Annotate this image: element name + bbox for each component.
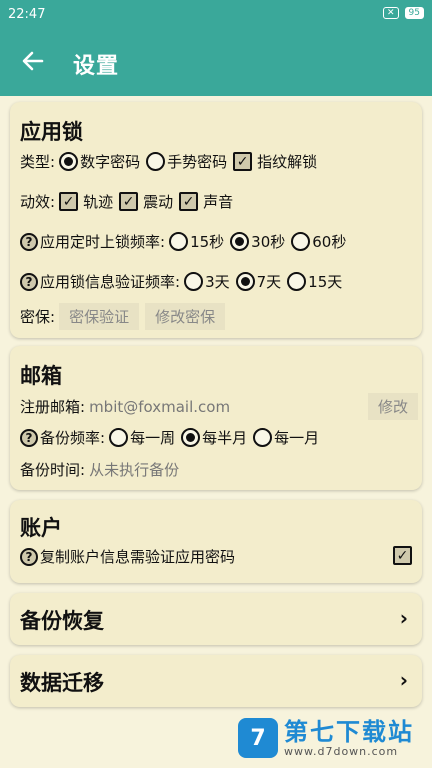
timed-lock-label: 应用定时上锁频率:: [40, 233, 166, 251]
status-bar: 22:47 ✕ 95: [0, 0, 432, 30]
radio-icon[interactable]: [287, 272, 307, 291]
timed-option-60s[interactable]: 60秒: [291, 231, 346, 252]
radio-icon[interactable]: [184, 272, 204, 291]
account-title: 账户: [20, 516, 62, 540]
type-option-label: 手势密码: [167, 153, 228, 171]
type-option-label: 数字密码: [80, 153, 141, 171]
page-title: 设置: [73, 54, 120, 79]
watermark: 7 第七下载站 www.d7down.com: [238, 718, 414, 758]
checkbox-checked-icon[interactable]: ✓: [233, 152, 253, 171]
timed-option-label: 60秒: [312, 233, 347, 251]
freq-option-label: 每半月: [202, 429, 248, 447]
radio-selected-icon[interactable]: [230, 232, 250, 251]
help-icon[interactable]: ?: [20, 547, 38, 566]
verify-option-label: 15天: [308, 273, 343, 291]
anim-option-label: 震动: [143, 193, 174, 211]
timed-option-30s[interactable]: 30秒: [230, 231, 285, 252]
backup-restore-card[interactable]: 备份恢复 ›: [10, 593, 422, 645]
app-bar: 设置: [0, 30, 432, 96]
chevron-right-icon[interactable]: ›: [400, 606, 408, 630]
freq-option-label: 每一周: [130, 429, 176, 447]
radio-icon[interactable]: [109, 428, 129, 447]
chevron-right-icon[interactable]: ›: [400, 668, 408, 692]
watermark-title: 第七下载站: [284, 717, 414, 746]
register-email-label: 注册邮箱:: [20, 398, 86, 416]
anim-option-vibrate[interactable]: ✓ 震动: [119, 191, 173, 212]
verify-option-15d[interactable]: 15天: [287, 271, 342, 292]
battery-icon: 95: [404, 7, 424, 19]
backup-freq-label: 备份频率:: [40, 429, 106, 447]
applock-card: 应用锁 类型: 数字密码 手势密码 ✓ 指纹解锁 动效: ✓ 轨迹 ✓ 震动 ✓…: [10, 102, 422, 338]
anim-option-track[interactable]: ✓ 轨迹: [59, 191, 113, 212]
checkbox-checked-icon[interactable]: ✓: [59, 192, 79, 211]
anim-option-label: 轨迹: [83, 193, 114, 211]
back-arrow-icon[interactable]: [20, 48, 46, 74]
copy-verify-checkbox[interactable]: ✓: [393, 546, 412, 565]
data-migration-card[interactable]: 数据迁移 ›: [10, 655, 422, 707]
checkbox-checked-icon[interactable]: ✓: [119, 192, 139, 211]
watermark-url: www.d7down.com: [284, 744, 399, 758]
freq-option-week[interactable]: 每一周: [109, 427, 175, 448]
anim-option-sound[interactable]: ✓ 声音: [179, 191, 233, 212]
backup-time-value: 从未执行备份: [89, 461, 180, 479]
timed-lock-row: ? 应用定时上锁频率: 15秒 30秒 60秒: [20, 231, 352, 252]
backup-time-label: 备份时间:: [20, 461, 86, 479]
register-email-value: mbit@foxmail.com: [89, 397, 231, 416]
mailbox-card: 邮箱 注册邮箱: mbit@foxmail.com 修改 ? 备份频率: 每一周…: [10, 346, 422, 490]
verify-option-label: 7天: [256, 273, 282, 291]
email-modify-button[interactable]: 修改: [367, 393, 418, 420]
freq-option-month[interactable]: 每一月: [253, 427, 319, 448]
applock-anim-row: 动效: ✓ 轨迹 ✓ 震动 ✓ 声音: [20, 191, 239, 212]
timed-option-label: 15秒: [190, 233, 225, 251]
close-box-icon: ✕: [383, 7, 399, 19]
secret-label: 密保:: [20, 308, 56, 326]
secret-modify-button[interactable]: 修改密保: [145, 303, 226, 330]
register-email-row: 注册邮箱: mbit@foxmail.com 修改: [20, 393, 418, 420]
secret-row: 密保: 密保验证 修改密保: [20, 303, 231, 330]
help-icon[interactable]: ?: [20, 428, 38, 447]
status-icons: ✕ 95: [383, 7, 424, 19]
freq-option-halfmonth[interactable]: 每半月: [181, 427, 247, 448]
watermark-text-group: 第七下载站 www.d7down.com: [284, 719, 414, 758]
mailbox-title: 邮箱: [20, 364, 62, 388]
anim-label: 动效:: [20, 193, 56, 211]
verify-option-7d[interactable]: 7天: [235, 271, 282, 292]
backup-time-row: 备份时间: 从未执行备份: [20, 459, 179, 480]
help-icon[interactable]: ?: [20, 272, 38, 291]
applock-title: 应用锁: [20, 120, 83, 144]
help-icon[interactable]: ?: [20, 232, 38, 251]
fingerprint-label: 指纹解锁: [257, 153, 318, 171]
data-migration-title: 数据迁移: [20, 671, 104, 695]
backup-restore-title: 备份恢复: [20, 609, 104, 633]
radio-selected-icon[interactable]: [59, 152, 79, 171]
verify-option-3d[interactable]: 3天: [184, 271, 230, 292]
applock-type-row: 类型: 数字密码 手势密码 ✓ 指纹解锁: [20, 151, 323, 172]
radio-selected-icon[interactable]: [235, 272, 255, 291]
secret-verify-button[interactable]: 密保验证: [59, 303, 140, 330]
fingerprint-checkbox[interactable]: ✓ 指纹解锁: [233, 151, 317, 172]
radio-icon[interactable]: [169, 232, 189, 251]
radio-icon[interactable]: [291, 232, 311, 251]
status-time: 22:47: [8, 7, 46, 22]
radio-icon[interactable]: [146, 152, 166, 171]
freq-option-label: 每一月: [274, 429, 320, 447]
copy-verify-label: 复制账户信息需验证应用密码: [40, 548, 236, 566]
timed-option-label: 30秒: [251, 233, 286, 251]
verify-option-label: 3天: [205, 273, 230, 291]
type-option-number[interactable]: 数字密码: [59, 151, 140, 172]
checkbox-checked-icon[interactable]: ✓: [179, 192, 199, 211]
backup-freq-row: ? 备份频率: 每一周 每半月 每一月: [20, 427, 325, 448]
copy-verify-row: ? 复制账户信息需验证应用密码 ✓: [20, 546, 412, 567]
radio-icon[interactable]: [253, 428, 273, 447]
type-label: 类型:: [20, 153, 56, 171]
anim-option-label: 声音: [203, 193, 234, 211]
timed-option-15s[interactable]: 15秒: [169, 231, 224, 252]
verify-freq-row: ? 应用锁信息验证频率: 3天 7天 15天: [20, 271, 348, 292]
type-option-gesture[interactable]: 手势密码: [146, 151, 227, 172]
radio-selected-icon[interactable]: [181, 428, 201, 447]
watermark-logo: 7: [238, 718, 278, 758]
verify-freq-label: 应用锁信息验证频率:: [40, 273, 181, 291]
account-card: 账户 ? 复制账户信息需验证应用密码 ✓: [10, 500, 422, 583]
